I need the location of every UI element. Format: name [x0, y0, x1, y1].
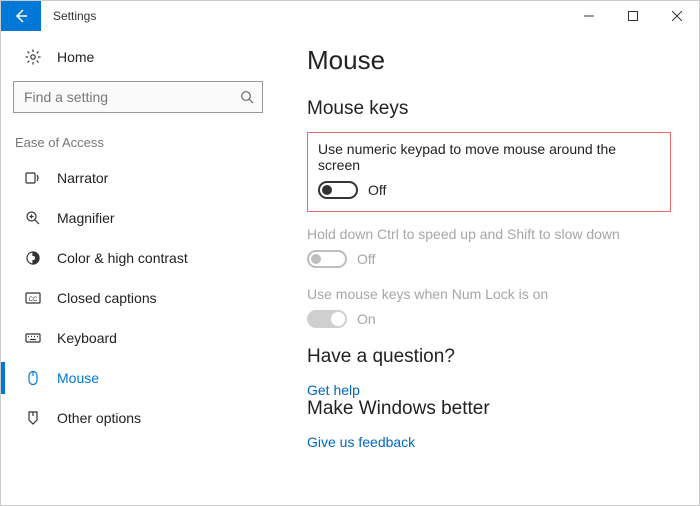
toggle-state-label: On [357, 311, 376, 327]
section-feedback: Make Windows better [307, 398, 671, 420]
setting-numeric-keypad-label: Use numeric keypad to move mouse around … [318, 141, 660, 173]
search-icon [240, 90, 254, 104]
section-mouse-keys: Mouse keys [307, 98, 671, 120]
sidebar-item-narrator[interactable]: Narrator [13, 158, 271, 198]
maximize-icon [628, 11, 638, 21]
search-input[interactable] [22, 88, 240, 106]
search-box[interactable] [13, 81, 263, 113]
svg-text:CC: CC [29, 297, 38, 303]
close-icon [672, 11, 682, 21]
sidebar-item-color-contrast[interactable]: Color & high contrast [13, 238, 271, 278]
sidebar-item-keyboard[interactable]: Keyboard [13, 318, 271, 358]
other-options-icon [21, 410, 45, 426]
toggle-switch [307, 250, 347, 268]
body: Home Ease of Access Narrator Magnifi [1, 31, 699, 505]
home-label: Home [57, 49, 94, 65]
setting-ctrl-shift: Hold down Ctrl to speed up and Shift to … [307, 226, 671, 268]
toggle-ctrl-shift: Off [307, 250, 671, 268]
sidebar-item-closed-captions[interactable]: CC Closed captions [13, 278, 271, 318]
contrast-icon [21, 250, 45, 266]
mouse-icon [21, 370, 45, 386]
get-help-link[interactable]: Get help [307, 382, 360, 398]
toggle-numeric-keypad[interactable]: Off [318, 181, 660, 199]
sidebar-item-label: Magnifier [57, 210, 115, 226]
sidebar-item-label: Closed captions [57, 290, 157, 306]
toggle-switch [307, 310, 347, 328]
sidebar-group-header: Ease of Access [13, 131, 271, 158]
sidebar-item-mouse[interactable]: Mouse [13, 358, 271, 398]
toggle-state-label: Off [368, 182, 386, 198]
cc-icon: CC [21, 290, 45, 306]
window-title: Settings [41, 1, 108, 31]
toggle-state-label: Off [357, 251, 375, 267]
window-controls [567, 1, 699, 31]
give-feedback-link[interactable]: Give us feedback [307, 434, 415, 450]
magnifier-icon [21, 210, 45, 226]
setting-numlock-label: Use mouse keys when Num Lock is on [307, 286, 671, 302]
sidebar-item-label: Other options [57, 410, 141, 426]
setting-ctrl-shift-label: Hold down Ctrl to speed up and Shift to … [307, 226, 671, 242]
setting-numlock: Use mouse keys when Num Lock is on On [307, 286, 671, 328]
section-question: Have a question? [307, 346, 671, 368]
gear-icon [21, 49, 45, 65]
toggle-switch[interactable] [318, 181, 358, 199]
close-button[interactable] [655, 1, 699, 31]
sidebar: Home Ease of Access Narrator Magnifi [1, 31, 271, 505]
sidebar-item-label: Color & high contrast [57, 250, 188, 266]
page-title: Mouse [307, 45, 671, 76]
sidebar-item-other-options[interactable]: Other options [13, 398, 271, 438]
keyboard-icon [21, 330, 45, 346]
toggle-numlock: On [307, 310, 671, 328]
back-button[interactable] [1, 1, 41, 31]
home-nav[interactable]: Home [13, 43, 271, 71]
settings-window: Settings Home [0, 0, 700, 506]
minimize-icon [584, 11, 594, 21]
sidebar-item-magnifier[interactable]: Magnifier [13, 198, 271, 238]
sidebar-item-label: Narrator [57, 170, 108, 186]
maximize-button[interactable] [611, 1, 655, 31]
sidebar-item-label: Keyboard [57, 330, 117, 346]
arrow-left-icon [13, 8, 29, 24]
highlighted-setting: Use numeric keypad to move mouse around … [307, 132, 671, 212]
sidebar-item-label: Mouse [57, 370, 99, 386]
content-pane: Mouse Mouse keys Use numeric keypad to m… [271, 31, 699, 505]
narrator-icon [21, 170, 45, 186]
minimize-button[interactable] [567, 1, 611, 31]
titlebar: Settings [1, 1, 699, 31]
